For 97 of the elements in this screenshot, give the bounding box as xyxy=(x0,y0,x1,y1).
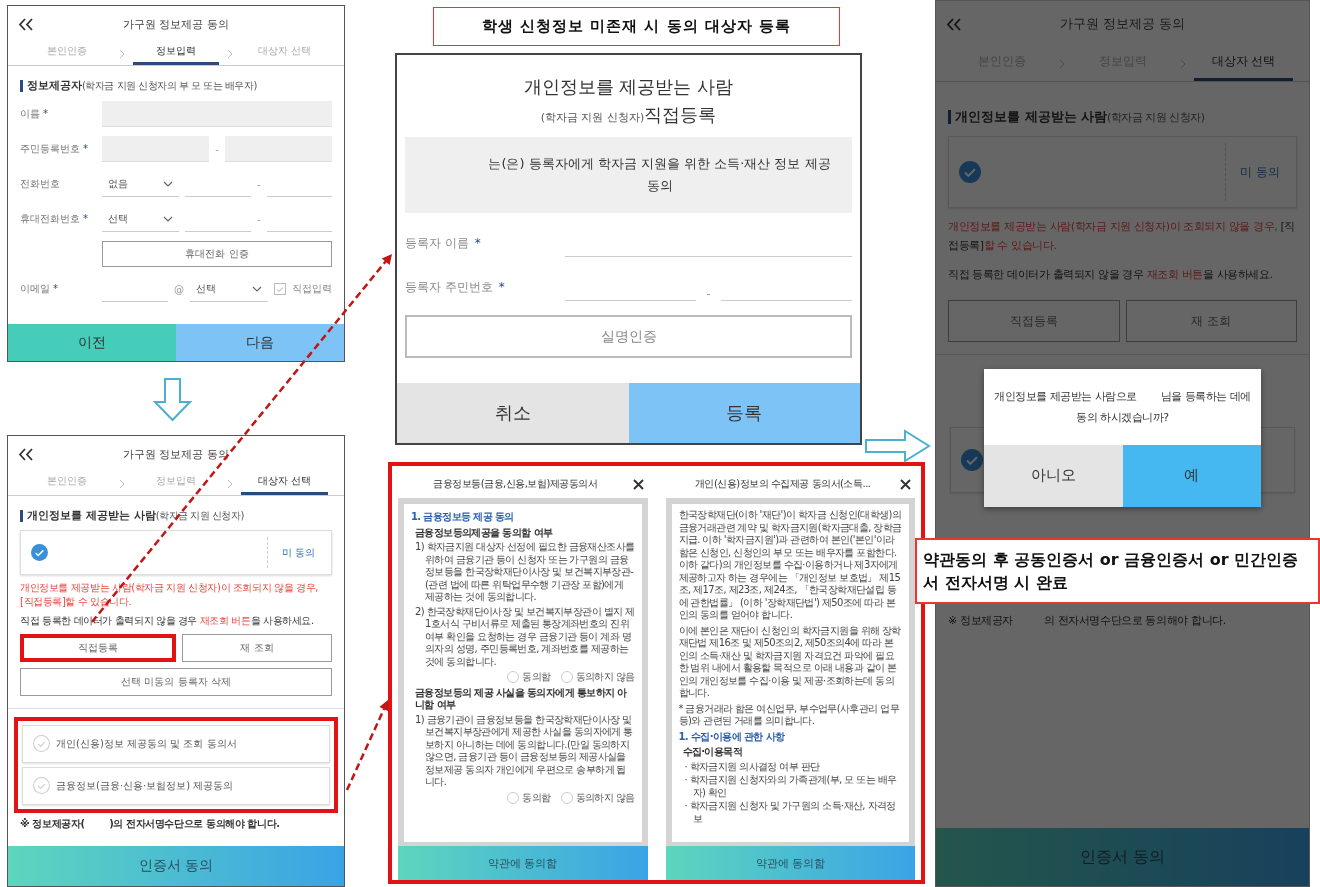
field-label: 휴대전화번호 * xyxy=(20,212,89,227)
field-label: 이름 * xyxy=(20,107,49,122)
separator-text: - xyxy=(256,213,261,225)
back-icon[interactable] xyxy=(18,17,34,31)
field-label: 주민등록번호 * xyxy=(20,142,89,157)
dropdown-field[interactable]: 없음 xyxy=(102,171,180,198)
terms-heading: 1. 수집·이용에 관한 사항 xyxy=(678,730,786,743)
terms-subheading: 금융정보등의제공을 동의함 여부 xyxy=(415,526,554,539)
footnote-text: ※ 정보제공자( )의 전자서명수단으로 동의해야 합니다. xyxy=(20,816,281,831)
step-tab[interactable]: 정보입력 xyxy=(132,42,220,65)
agree-button[interactable]: 약관에 동의함 xyxy=(665,846,915,880)
certificate-agree-button[interactable]: 인증서 동의 xyxy=(8,846,344,886)
back-button[interactable]: 이전 xyxy=(8,324,176,361)
field-label: 전화번호 xyxy=(20,177,61,192)
check-circle[interactable] xyxy=(959,161,981,184)
at-sign-text: @ xyxy=(174,283,184,295)
terms-paragraph: 한국장학재단(이하 '재단')이 학자금 신청인(대학생)의 금융거래관련 계약 및 학자금지원(학자금대출, 장학금지급. 이하 '학자금지원')과 관련하여 본인('본인'이라함은 신청인, 신청인의 부모 또는 배우자를 포함한다. 이하 같다)의 개인정보를 수집·이용하거나 제3자에게 제공하고자 하는 경우에는 「개인정보 보호법」 제15조, 제17조, 제23조, 제24조, 「한국장학재단설립 등에 관한법률」 (이하 '장학재단법') 제50조에 따라 본인의 동의를 얻어야 합니다. xyxy=(678,509,902,622)
action-button[interactable]: 재 조회 xyxy=(182,633,332,662)
terms-bullet: · 학자금지원 신청자 및 가구원의 소득·재산, 자격정보 xyxy=(683,800,897,825)
back-icon[interactable] xyxy=(18,447,34,461)
callout-text: 약관동의 후 공동인증서 or 금융인증서 or 민간인증서 전자서명 시 완료 xyxy=(915,538,1320,604)
chevron-right-icon xyxy=(227,48,234,59)
terms-subheading: 금융정보등의 제공 사실을 동의자에게 통보하지 아니함 여부 xyxy=(415,686,628,712)
terms-paragraph: 이에 본인은 재단이 신청인의 학자금지원을 위해 장학재단법 제16조 및 제50조의2, 제50조의4에 따라 본인의 소득·재산 및 학자금지원 자격요건 파악에 필요한 범위 내에서 활용할 목적으로 아래 내용과 같이 본인의 개인정보를 수집·이용 및 제공·조회하는데 동의합니다. xyxy=(678,624,902,700)
separator-text: - xyxy=(256,178,261,190)
terms-item: 2) 한국장학재단이사장 및 보건복지부장관이 별지 제1호서식 구비서류로 제출된 통장계좌번호의 진위 여부 확인을 요청하는 경우 금융기관 등이 계좌 명의자의 성명, 주민등록번호, 계좌번호를 제공하는 것에 동의합니다. xyxy=(414,605,635,668)
status-label: 미 동의 xyxy=(281,545,316,560)
consent-item[interactable]: 금융정보(금융·신용·보험정보) 제공동의 xyxy=(22,766,330,805)
sheet-title: 개인(신용)정보의 수집제공 동의서(소득... xyxy=(693,477,872,491)
radio-option[interactable]: 동의하지 않음 xyxy=(560,671,635,684)
separator-text: - xyxy=(706,287,711,302)
close-icon[interactable] xyxy=(900,478,911,490)
step-tab[interactable]: 대상자 선택 xyxy=(1194,47,1293,81)
notice-text: 직접 등록한 데이터가 출력되지 않을 경우 재조회 버튼을 사용하세요. xyxy=(20,614,315,628)
radio-option[interactable]: 동의함 xyxy=(507,671,551,684)
delete-button[interactable]: 선택 미동의 등록자 삭제 xyxy=(20,667,332,696)
back-button[interactable]: 아니오 xyxy=(984,444,1123,507)
screen-title: 가구원 정보제공 동의 xyxy=(1058,15,1187,33)
check-icon xyxy=(276,285,284,293)
section-title: 정보제공자(학자금 지원 신청자의 부 모 또는 배우자) xyxy=(20,80,257,93)
field-label: 등록자 이름 * xyxy=(405,234,482,252)
field-label: 등록자 주민번호 * xyxy=(405,278,506,296)
dialog-message: 개인정보를 제공받는 사람으로 님을 등록하는 데에 동의 하시겠습니까? xyxy=(993,389,1252,426)
verify-button[interactable]: 휴대전화 인증 xyxy=(102,241,332,268)
notice-text: 개인정보를 제공받는 사람(학자금 지원 신청자)이 조회되지 않을 경우, [직접등록]할 수 있습니다. xyxy=(948,219,1296,254)
check-circle[interactable] xyxy=(31,544,48,562)
chevron-right-icon xyxy=(1180,59,1186,69)
radio-option[interactable]: 동의하지 않음 xyxy=(560,791,635,804)
footnote-text: ※ 정보제공자 의 전자서명수단으로 동의해야 합니다. xyxy=(948,613,1227,629)
input-field[interactable] xyxy=(224,136,332,163)
check-circle[interactable] xyxy=(33,777,50,795)
status-label: 미 동의 xyxy=(1240,163,1281,181)
chevron-down-icon xyxy=(252,285,262,292)
chevron-right-icon xyxy=(118,48,125,59)
chevron-down-icon xyxy=(163,180,174,187)
dropdown-field[interactable]: 선택 xyxy=(190,276,268,303)
step-tab[interactable]: 대상자 선택 xyxy=(241,472,328,495)
chevron-down-icon xyxy=(163,215,174,222)
consent-item[interactable]: 개인(신용)정보 제공동의 및 조회 동의서 xyxy=(22,724,330,763)
terms-heading: 1. 금융정보등 제공 동의 xyxy=(411,511,515,524)
check-circle[interactable] xyxy=(33,735,50,753)
terms-bullet: · 학자금지원 신청자와의 가족관계(부, 모 또는 배우자) 확인 xyxy=(683,774,898,799)
screen-title: 가구원 정보제공 동의 xyxy=(122,16,230,32)
sheet-title: 금융정보등(금융,신용,보험)제공동의서 xyxy=(432,477,599,491)
checkbox-label: 직접입력 xyxy=(292,282,332,297)
next-button[interactable]: 등록 xyxy=(628,383,860,443)
input-field[interactable] xyxy=(102,136,210,163)
action-button[interactable]: 직접등록 xyxy=(20,633,176,662)
next-button[interactable]: 다음 xyxy=(176,324,344,361)
next-button[interactable]: 예 xyxy=(1122,444,1261,507)
modal-subtitle: (학자금 지원 신청자)직접등록 xyxy=(539,103,718,127)
terms-bullet: · 학자금지원 의사결정 여부 판단 xyxy=(683,760,821,773)
callout-text: 학생 신청정보 미존재 시 동의 대상자 등록 xyxy=(433,7,840,46)
chevron-right-icon xyxy=(118,478,125,489)
chevron-right-icon xyxy=(227,478,234,489)
checkbox[interactable] xyxy=(274,283,286,296)
separator-text: - xyxy=(215,143,219,155)
terms-item: 1) 학자금지원 대상자 선정에 필요한 금융재산조사를 위하여 금융기관 등이 신청자 또는 가구원의 금융정보등을 한국장학재단이사장 및 보건복지부장관-(관련 법에 따른 위탁업무수행 기관장 포함)에게 제공하는 것에 동의합니다. xyxy=(414,541,635,604)
back-button[interactable]: 취소 xyxy=(397,383,629,443)
terms-paragraph: * 금융거래라 함은 여신업무, 부수업무(사후관리 업무 등)와 관련된 거래를 의미합니다. xyxy=(678,702,901,728)
chevron-right-icon xyxy=(1059,59,1065,69)
terms-item: 1) 금융기관이 금융정보등을 한국장학재단이사장 및 보건복지부장관에게 제공한 사실을 동의자에게 통보하지 아니하는 데에 동의합니다.(만일 동의하지 않으면, 금융기관 등이 금융정보등의 제공사실을 정보제공 동의자 개인에게 우편으로 송부하게 됩니다. xyxy=(414,713,634,789)
terms-subheading: 수집·이용목적 xyxy=(682,746,744,759)
hollow-arrow xyxy=(152,378,193,422)
consent-text: 는(은) 등록자에게 학자금 지원을 위한 소득·재산 정보 제공 동의 xyxy=(405,137,852,214)
close-icon[interactable] xyxy=(632,478,644,490)
verify-button[interactable]: 실명인증 xyxy=(405,315,852,359)
input-field[interactable] xyxy=(102,101,332,128)
screen-title: 가구원 정보제공 동의 xyxy=(122,446,230,462)
dropdown-field[interactable]: 선택 xyxy=(102,206,180,233)
modal-title: 개인정보를 제공받는 사람 xyxy=(522,75,735,99)
field-label: 이메일 * xyxy=(20,282,59,297)
agree-button[interactable]: 약관에 동의함 xyxy=(398,846,648,880)
section-title: 개인정보를 제공받는 사람(학자금 지원 신청자) xyxy=(948,110,1205,125)
notice-text: 직접 등록한 데이터가 출력되지 않을 경우 재조회 버튼을 사용하세요. xyxy=(948,266,1274,283)
check-circle[interactable] xyxy=(961,449,983,472)
radio-option[interactable]: 동의함 xyxy=(507,791,551,804)
